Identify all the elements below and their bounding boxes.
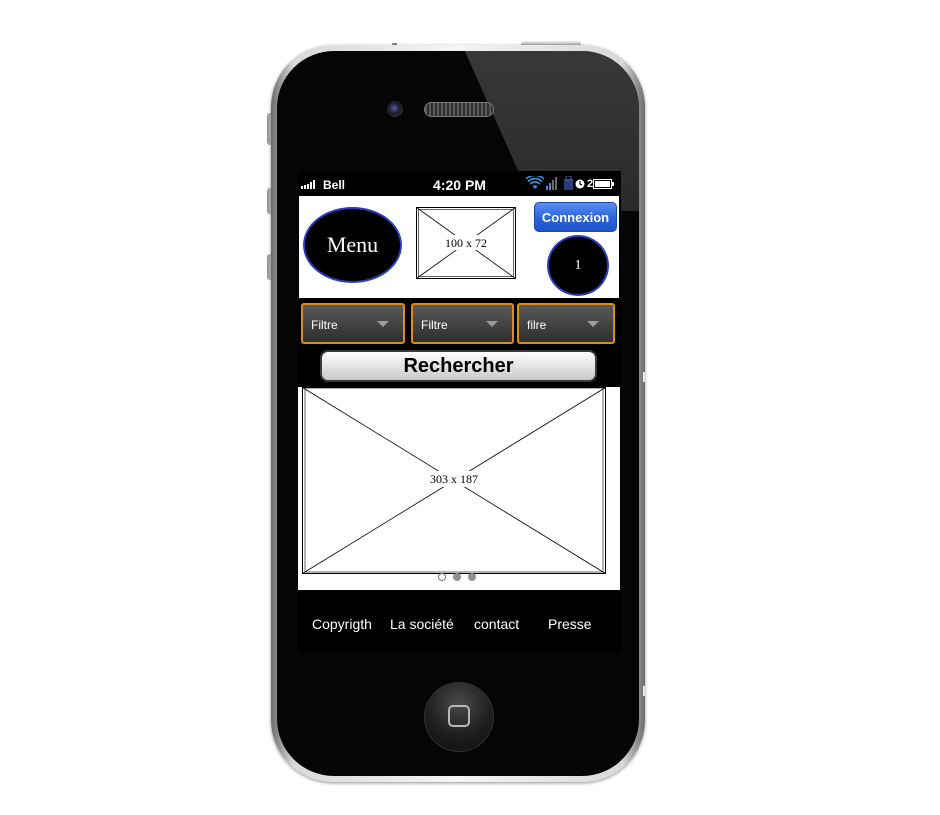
footer-link-contact[interactable]: contact [474, 616, 519, 632]
filter-label: Filtre [421, 318, 448, 332]
home-button[interactable] [424, 682, 494, 752]
earpiece-speaker [424, 102, 494, 117]
filter-bar: Filtre Filtre filre [298, 300, 621, 348]
logo-placeholder-label: 100 x 72 [445, 236, 487, 250]
carousel-image-placeholder: 303 x 187 [302, 387, 606, 574]
search-button[interactable]: Rechercher [320, 350, 597, 382]
front-camera-icon [387, 101, 403, 117]
footer-link-press[interactable]: Presse [548, 616, 592, 632]
alarm-icon [575, 179, 585, 189]
filter-select-3[interactable]: filre [517, 303, 615, 344]
stage: Bell 4:20 PM 2 Menu 100 x 72 Connexion 1… [0, 0, 940, 815]
cellular-bars-icon [546, 177, 557, 190]
carousel-placeholder-label: 303 x 187 [430, 472, 478, 486]
filter-select-2[interactable]: Filtre [411, 303, 514, 344]
chevron-down-icon [486, 321, 498, 327]
side-nub [643, 372, 645, 382]
filter-select-1[interactable]: Filtre [301, 303, 405, 344]
phone-screen: Bell 4:20 PM 2 Menu 100 x 72 Connexion 1… [298, 171, 621, 653]
battery-icon [593, 179, 614, 189]
footer: Copyrigth La société contact Presse [298, 590, 621, 653]
wifi-icon [526, 176, 544, 189]
footer-link-copyright[interactable]: Copyrigth [312, 616, 372, 632]
carousel-dot[interactable] [468, 573, 476, 581]
carousel-dots [438, 573, 476, 581]
logo-image-placeholder: 100 x 72 [416, 207, 516, 279]
filter-label: Filtre [311, 318, 338, 332]
carousel-dot[interactable] [453, 573, 461, 581]
connexion-button[interactable]: Connexion [534, 202, 617, 232]
status-bar: Bell 4:20 PM 2 [298, 171, 621, 195]
notification-badge[interactable]: 1 [547, 235, 609, 296]
image-carousel[interactable]: 303 x 187 [298, 387, 620, 590]
chevron-down-icon [377, 321, 389, 327]
side-nub [643, 686, 645, 696]
filter-label: filre [527, 318, 547, 332]
menu-button[interactable]: Menu [303, 207, 402, 283]
lock-icon [564, 176, 573, 190]
carousel-dot[interactable] [438, 573, 446, 581]
chevron-down-icon [587, 321, 599, 327]
app-header: Menu 100 x 72 Connexion 1 [299, 196, 619, 298]
home-square-icon [448, 705, 470, 727]
footer-link-company[interactable]: La société [390, 616, 454, 632]
